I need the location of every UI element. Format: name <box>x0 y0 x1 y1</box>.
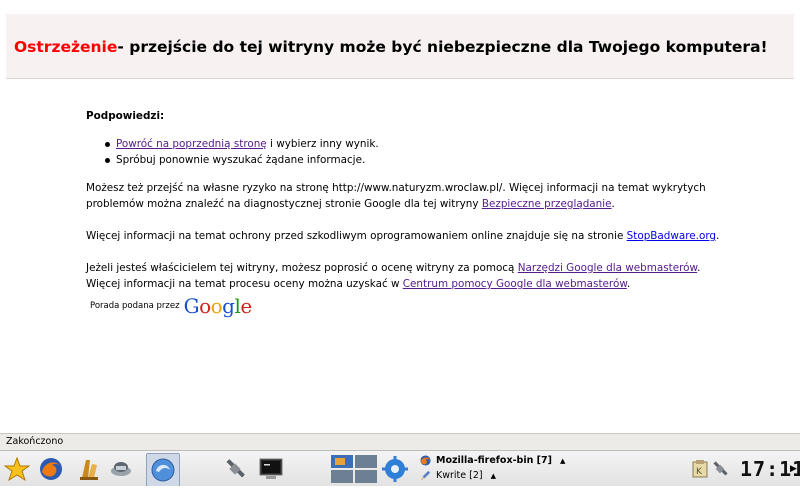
warning-banner: Ostrzeżenie- przejście do tej witryny mo… <box>6 14 794 79</box>
paragraph-text: . <box>626 278 631 290</box>
status-text: Zakończono <box>6 436 64 447</box>
desktop-pager[interactable] <box>330 454 378 484</box>
list-item: Spróbuj ponownie wyszukać żądane informa… <box>102 152 726 168</box>
office-icon[interactable] <box>76 456 102 482</box>
gear-icon[interactable] <box>382 456 408 482</box>
paragraph-text: . <box>716 230 720 242</box>
expand-icon: ▲ <box>559 456 566 465</box>
firefox-small-icon <box>420 455 431 466</box>
network-status-icon[interactable] <box>710 459 730 479</box>
owner-paragraph: Jeżeli jesteś właścicielem tej witryny, … <box>86 260 726 292</box>
taskbar: Mozilla-firefox-bin [7] ▲ Kwrite [2] ▲ K… <box>0 450 800 487</box>
stopbadware-link[interactable]: StopBadware.org <box>627 230 716 242</box>
task-item-firefox[interactable]: Mozilla-firefox-bin [7] ▲ <box>420 453 670 468</box>
webmaster-help-link[interactable]: Centrum pomocy Google dla webmasterów <box>403 278 627 290</box>
risk-paragraph: Możesz też przejść na własne ryzyko na s… <box>86 180 726 212</box>
kwrite-small-icon <box>420 470 431 481</box>
list-item: Powróć na poprzednią stronę i wybierz in… <box>102 136 726 152</box>
expand-icon: ▲ <box>490 471 496 480</box>
google-logo: Google <box>183 294 253 318</box>
network-icon[interactable] <box>108 456 134 482</box>
advice-attribution: Porada podana przez Google <box>86 294 726 318</box>
terminal-icon[interactable] <box>258 456 284 482</box>
tray-arrow-icon[interactable]: ▶ <box>790 464 797 474</box>
pager-icon <box>331 455 377 483</box>
paragraph-text: Więcej informacji na temat ochrony przed… <box>86 230 627 242</box>
task-label: Kwrite [2] <box>436 470 483 481</box>
bottom-strip <box>0 486 800 500</box>
star-icon[interactable] <box>4 456 30 482</box>
status-bar: Zakończono <box>0 433 800 450</box>
warning-word: Ostrzeżenie <box>14 38 118 56</box>
warning-title-rest: - przejście do tej witryny może być nieb… <box>117 38 768 56</box>
advice-label: Porada podana przez <box>90 301 180 311</box>
webmaster-tools-link[interactable]: Narzędzi Google dla webmasterów <box>518 262 697 274</box>
task-item-kwrite[interactable]: Kwrite [2] ▲ <box>420 468 670 483</box>
paragraph-text: . <box>611 198 615 210</box>
task-label: Mozilla-firefox-bin [7] <box>436 455 552 466</box>
paragraph-text: Jeżeli jesteś właścicielem tej witryny, … <box>86 262 518 274</box>
browser-icon <box>151 458 175 482</box>
hints-list: Powróć na poprzednią stronę i wybierz in… <box>86 136 726 168</box>
go-back-link[interactable]: Powróć na poprzednią stronę <box>116 138 267 150</box>
firefox-icon[interactable] <box>38 456 64 482</box>
malware-paragraph: Więcej informacji na temat ochrony przed… <box>86 228 726 244</box>
clipboard-icon[interactable]: K <box>692 460 708 478</box>
safe-browsing-link[interactable]: Bezpieczne przeglądanie <box>482 198 612 210</box>
page-content: Podpowiedzi: Powróć na poprzednią stronę… <box>86 108 726 318</box>
satellite-icon[interactable] <box>222 456 248 482</box>
hints-title: Podpowiedzi: <box>86 110 165 122</box>
active-launcher[interactable] <box>146 453 180 487</box>
warning-title: Ostrzeżenie- przejście do tej witryny mo… <box>14 38 768 56</box>
hint-text: Spróbuj ponownie wyszukać żądane informa… <box>116 154 366 166</box>
task-list: Mozilla-firefox-bin [7] ▲ Kwrite [2] ▲ <box>420 453 670 483</box>
hint-text: i wybierz inny wynik. <box>266 138 379 150</box>
